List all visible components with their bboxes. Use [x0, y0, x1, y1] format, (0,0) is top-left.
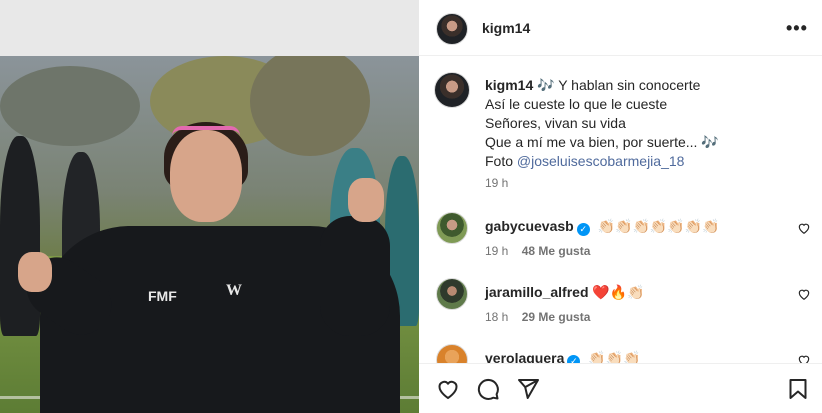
share-icon[interactable] — [516, 377, 540, 401]
post-photo: FMF W — [0, 56, 419, 413]
comment-avatar[interactable] — [436, 212, 468, 244]
comment-time[interactable]: 18 h — [485, 310, 508, 324]
fmf-logo: FMF — [148, 288, 177, 304]
post-media[interactable]: FMF W — [0, 0, 419, 413]
post-side-panel: kigm14 ••• kigm14 🎶 Y hablan sin conocer… — [419, 0, 822, 413]
comment-body: ❤️🔥👏🏻 — [592, 284, 645, 300]
caption-text: kigm14 🎶 Y hablan sin conocerte Así le c… — [485, 76, 805, 171]
comment-avatar[interactable] — [436, 278, 468, 310]
caption-line-2: Así le cueste lo que le cueste — [485, 96, 668, 112]
author-username[interactable]: kigm14 — [482, 20, 530, 36]
heart-icon[interactable] — [436, 377, 460, 401]
bookmark-icon[interactable] — [786, 377, 810, 401]
comment-icon[interactable] — [476, 377, 500, 401]
comment-text: gabycuevasb ✓ 👏🏻👏🏻👏🏻👏🏻👏🏻👏🏻👏🏻 — [485, 218, 720, 236]
more-options-icon[interactable]: ••• — [786, 18, 808, 39]
author-avatar[interactable] — [436, 13, 468, 45]
face — [170, 130, 242, 222]
comment-meta: 18 h 29 Me gusta — [485, 310, 590, 324]
comment-likes[interactable]: 48 Me gusta — [522, 244, 591, 258]
post-actions-bar — [419, 363, 822, 413]
post-header: kigm14 ••• — [419, 0, 822, 56]
comment-item: gabycuevasb ✓ 👏🏻👏🏻👏🏻👏🏻👏🏻👏🏻👏🏻 19 h 48 Me g… — [419, 212, 822, 274]
comment-time[interactable]: 19 h — [485, 244, 508, 258]
caption-line-3: Señores, vivan su vida — [485, 115, 626, 131]
comment-like-heart-icon[interactable] — [797, 287, 811, 301]
comment-username[interactable]: gabycuevasb — [485, 218, 574, 234]
caption-line-1: 🎶 Y hablan sin conocerte — [537, 77, 701, 93]
comment-meta: 19 h 48 Me gusta — [485, 244, 590, 258]
wilson-logo: W — [226, 282, 242, 299]
verified-badge-icon: ✓ — [576, 223, 590, 236]
comment-text: jaramillo_alfred ❤️🔥👏🏻 — [485, 284, 645, 301]
caption-line-4: Que a mí me va bien, por suerte... 🎶 — [485, 134, 719, 150]
comment-likes[interactable]: 29 Me gusta — [522, 310, 591, 324]
comment-body: 👏🏻👏🏻👏🏻👏🏻👏🏻👏🏻👏🏻 — [597, 218, 720, 234]
caption-avatar[interactable] — [434, 72, 470, 108]
comment-like-heart-icon[interactable] — [797, 221, 811, 235]
comment-username[interactable]: jaramillo_alfred — [485, 284, 589, 300]
caption-username[interactable]: kigm14 — [485, 77, 533, 93]
comment-item: jaramillo_alfred ❤️🔥👏🏻 18 h 29 Me gusta — [419, 278, 822, 340]
media-top-band — [0, 0, 419, 56]
caption-line-5: Foto — [485, 153, 517, 169]
caption-timestamp[interactable]: 19 h — [485, 176, 508, 190]
caption-mention-link[interactable]: @joseluisescobarmejia_18 — [517, 153, 685, 169]
